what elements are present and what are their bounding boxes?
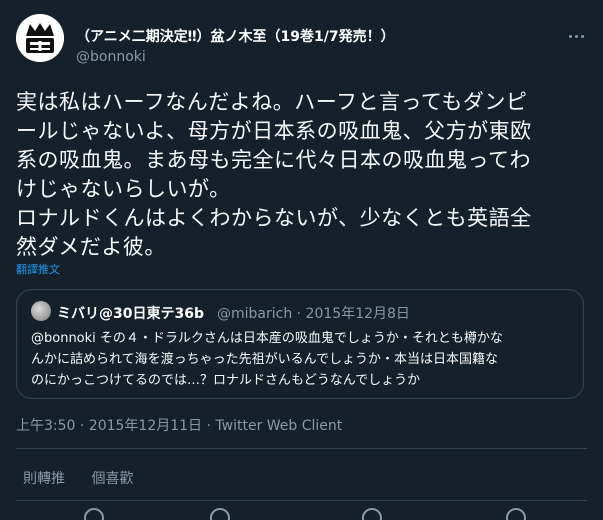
like-icon[interactable]: [362, 508, 382, 520]
author-handle[interactable]: @bonnoki: [76, 49, 146, 65]
quoted-text-line: のにかっこつけてるのでは…？ロナルドさんもどうなんでしょうか: [31, 373, 421, 388]
tweet-text-line: 然ダメだよ彼。: [16, 235, 166, 259]
tweet-text-line: 系の吸血鬼。まあ母も完全に代々日本の吸血鬼ってわ: [16, 148, 531, 172]
tweet-text: 実は私はハーフなんだよね。ハーフと言ってもダンピ ールじゃないよ、母方が日本系の…: [16, 88, 584, 262]
retweet-icon[interactable]: [210, 508, 230, 520]
quoted-text-line: んかに詰められて海を渡っちゃった先祖がいるんでしょうか・本当は日本国籍な: [31, 352, 498, 367]
tweet-header: （アニメ二期決定‼）盆ノ木至（19巻1/7発売！） @bonnoki: [16, 14, 587, 70]
author-avatar[interactable]: [16, 14, 64, 62]
tweet-timestamp[interactable]: 上午3:50 · 2015年12月11日 · Twitter Web Clien…: [16, 415, 342, 435]
reply-icon[interactable]: [84, 508, 104, 520]
action-bar: [16, 508, 587, 520]
quoted-author-meta: @mibarich · 2015年12月8日: [217, 306, 410, 322]
quoted-tweet-text: @bonnoki その４・ドラルクさんは日本産の吸血鬼でしょうか・それとも樽かな…: [31, 328, 571, 391]
tweet-text-line: ールじゃないよ、母方が日本系の吸血鬼、父方が東欧: [16, 119, 532, 143]
divider: [16, 448, 587, 449]
quoted-tweet[interactable]: ミバリ@30日東テ36b @mibarich · 2015年12月8日 @bon…: [16, 289, 584, 399]
divider: [16, 500, 587, 501]
author-display-name[interactable]: （アニメ二期決定‼）盆ノ木至（19巻1/7発売！）: [76, 26, 395, 46]
retweets-count-link[interactable]: 則轉推: [23, 471, 65, 487]
quoted-author-name: ミバリ@30日東テ36b: [57, 306, 204, 322]
quoted-text-line: @bonnoki その４・ドラルクさんは日本産の吸血鬼でしょうか・それとも樽かな: [31, 331, 503, 346]
tweet-text-line: けじゃないらしいが。: [16, 177, 231, 201]
share-icon[interactable]: [506, 508, 526, 520]
tweet-text-line: ロナルドくんはよくわからないが、少なくとも英語全: [16, 206, 532, 230]
likes-count-link[interactable]: 個喜歡: [91, 471, 133, 487]
quoted-author-avatar: [31, 301, 51, 321]
more-options-icon[interactable]: [567, 28, 587, 44]
author-avatar-logo: [16, 14, 64, 62]
tweet-text-line: 実は私はハーフなんだよね。ハーフと言ってもダンピ: [16, 90, 528, 114]
engagement-stats: 則轉推 個喜歡: [23, 468, 155, 488]
translate-tweet-link[interactable]: 翻譯推文: [16, 261, 60, 277]
